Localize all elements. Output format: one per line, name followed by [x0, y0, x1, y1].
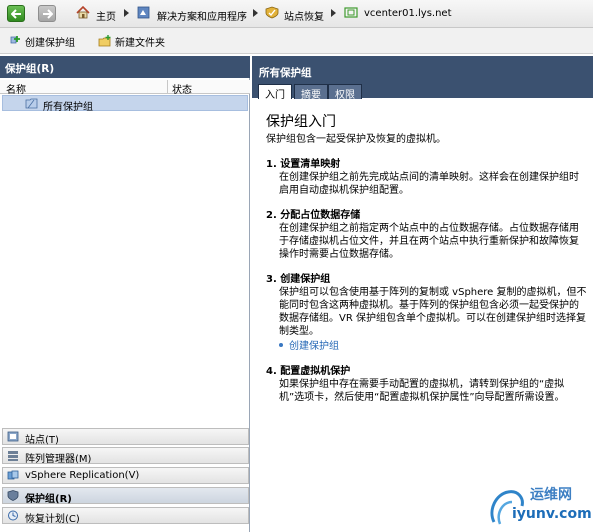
section-body: 在创建保护组之前先完成站点间的清单映射。这样会在创建保护组时启用自动虚拟机保护组… — [279, 172, 579, 196]
new-folder-button[interactable]: 新建文件夹 — [98, 32, 165, 50]
section-body: 在创建保护组之前指定两个站点中的占位数据存储。占位数据存储用于存储虚拟机占位文件… — [279, 223, 579, 260]
section-inventory-mapping: 1. 设置清单映射 在创建保护组之前先完成站点间的清单映射。这样会在创建保护组时… — [266, 158, 588, 197]
recovery-plan-icon — [8, 510, 18, 521]
tab-summary[interactable]: 摘要 — [294, 84, 328, 101]
left-pane: 保护组(R) 名称 状态 所有保护组 站点(T) 阵列管理器(M) vSpher… — [0, 56, 250, 532]
create-protection-group-button[interactable]: 创建保护组 — [8, 32, 75, 50]
site-recovery-icon — [265, 6, 279, 19]
create-group-link-item: 创建保护组 — [266, 340, 588, 353]
home-icon — [76, 6, 90, 19]
bullet-icon — [279, 343, 283, 347]
breadcrumb-site-recovery[interactable]: 站点恢复 — [284, 8, 324, 23]
watermark-url: iyunv.com — [512, 506, 592, 522]
breadcrumb-home[interactable]: 主页 — [96, 8, 116, 23]
solutions-icon — [137, 6, 150, 19]
section-title: 2. 分配占位数据存储 — [266, 210, 361, 221]
getting-started-content: 保护组入门 保护组包含一起受保护及恢复的虚拟机。 1. 设置清单映射 在创建保护… — [266, 114, 588, 404]
create-group-label: 创建保护组 — [25, 37, 75, 49]
tab-permissions[interactable]: 权限 — [328, 84, 362, 101]
section-placeholder-datastore: 2. 分配占位数据存储 在创建保护组之前指定两个站点中的占位数据存储。占位数据存… — [266, 209, 588, 261]
forward-arrow-icon — [43, 9, 53, 19]
back-arrow-icon — [11, 9, 21, 19]
section-body: 如果保护组中存在需要手动配置的虚拟机，请转到保护组的“虚拟机”选项卡，然后使用“… — [279, 379, 565, 403]
nav-protection-groups-label: 保护组(R) — [25, 494, 72, 505]
breadcrumb-separator — [124, 9, 129, 17]
breadcrumb-solutions[interactable]: 解决方案和应用程序 — [157, 8, 247, 23]
section-title: 1. 设置清单映射 — [266, 159, 341, 170]
nav-sites[interactable]: 站点(T) — [2, 428, 249, 446]
watermark: 运维网 iyunv.com — [486, 482, 592, 528]
create-group-icon — [10, 35, 20, 43]
section-title: 3. 创建保护组 — [266, 274, 331, 285]
shield-icon — [7, 490, 19, 501]
new-folder-icon — [98, 34, 111, 46]
vcenter-icon — [344, 7, 358, 18]
watermark-text: 运维网 — [530, 487, 572, 503]
new-folder-label: 新建文件夹 — [115, 37, 165, 49]
nav-array-managers-label: 阵列管理器(M) — [25, 454, 92, 465]
tab-getting-started[interactable]: 入门 — [258, 84, 292, 101]
tree-item-label: 所有保护组 — [43, 102, 93, 113]
left-pane-title: 保护组(R) — [0, 56, 250, 78]
column-status[interactable]: 状态 — [172, 81, 192, 96]
back-button[interactable] — [7, 5, 25, 22]
forward-button[interactable] — [38, 5, 56, 22]
nav-sites-label: 站点(T) — [25, 435, 59, 446]
column-header: 名称 状态 — [0, 80, 250, 96]
section-vm-protection: 4. 配置虚拟机保护 如果保护组中存在需要手动配置的虚拟机，请转到保护组的“虚拟… — [266, 365, 588, 404]
breadcrumb-separator — [253, 9, 258, 17]
intro-text: 保护组包含一起受保护及恢复的虚拟机。 — [266, 134, 446, 145]
navigation-bar: 主页 解决方案和应用程序 站点恢复 vcenter01.lys.net — [0, 0, 593, 28]
right-pane-title: 所有保护组 — [259, 67, 312, 79]
nav-array-managers[interactable]: 阵列管理器(M) — [2, 447, 249, 465]
nav-protection-groups[interactable]: 保护组(R) — [2, 487, 249, 505]
nav-recovery-plans[interactable]: 恢复计划(C) — [2, 507, 249, 525]
section-body: 保护组可以包含使用基于阵列的复制或 vSphere 复制的虚拟机，但不能同时包含… — [279, 287, 587, 337]
section-create-group: 3. 创建保护组 保护组可以包含使用基于阵列的复制或 vSphere 复制的虚拟… — [266, 273, 588, 353]
toolbar: 创建保护组 新建文件夹 — [0, 28, 593, 54]
column-divider[interactable] — [167, 80, 168, 94]
column-name[interactable]: 名称 — [6, 81, 26, 96]
protection-group-folder-icon — [25, 98, 38, 109]
right-pane-header: 所有保护组 入门 摘要 权限 — [252, 56, 593, 101]
replication-icon — [7, 470, 19, 480]
right-pane: 所有保护组 入门 摘要 权限 保护组入门 保护组包含一起受保护及恢复的虚拟机。 … — [252, 56, 593, 532]
breadcrumb-separator — [331, 9, 336, 17]
section-title: 4. 配置虚拟机保护 — [266, 366, 351, 377]
breadcrumb-vcenter[interactable]: vcenter01.lys.net — [364, 8, 452, 19]
nav-vsphere-replication-label: vSphere Replication(V) — [25, 470, 140, 481]
intro-title: 保护组入门 — [266, 114, 336, 130]
site-icon — [7, 431, 19, 442]
tree-item-all-protection-groups[interactable]: 所有保护组 — [2, 95, 248, 113]
nav-recovery-plans-label: 恢复计划(C) — [25, 514, 80, 525]
nav-vsphere-replication[interactable]: vSphere Replication(V) — [2, 467, 249, 484]
array-manager-icon — [8, 451, 18, 461]
create-protection-group-link[interactable]: 创建保护组 — [289, 341, 339, 352]
